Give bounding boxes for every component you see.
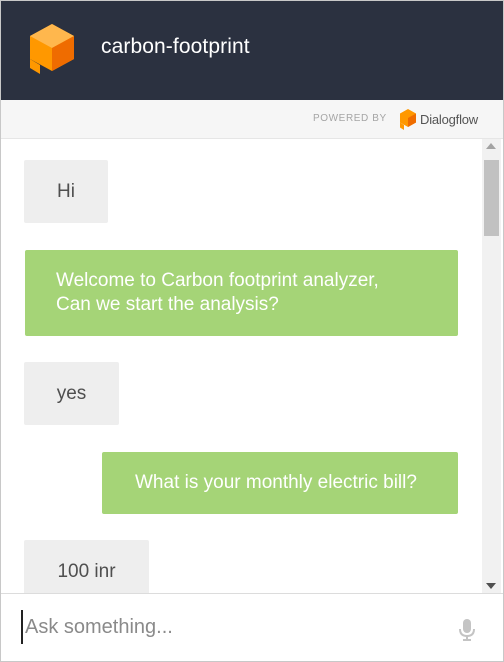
chat-widget: carbon-footprint POWERED BY Dialogflow H… — [0, 0, 504, 662]
message-list[interactable]: Hi Welcome to Carbon footprint analyzer,… — [1, 139, 482, 593]
user-message: Hi — [24, 160, 108, 223]
bot-message: What is your monthly electric bill? — [102, 452, 458, 514]
message-text: yes — [56, 383, 87, 404]
microphone-icon[interactable] — [457, 618, 477, 642]
powered-by-label: POWERED BY — [313, 113, 387, 124]
scroll-down-icon[interactable] — [486, 583, 496, 589]
user-message: 100 inr — [24, 540, 149, 593]
user-message: yes — [24, 362, 119, 425]
chat-scrollbar[interactable] — [482, 139, 501, 593]
bot-title: carbon-footprint — [101, 35, 250, 58]
message-text-line: Can we start the analysis? — [56, 294, 279, 315]
dialogflow-logo-icon — [400, 109, 416, 130]
dialogflow-cube-icon — [30, 24, 74, 74]
message-text: What is your monthly electric bill? — [135, 472, 417, 493]
message-text-line: Welcome to Carbon footprint analyzer, — [56, 270, 379, 291]
scroll-thumb[interactable] — [484, 160, 499, 236]
message-text: Hi — [57, 181, 75, 202]
message-input[interactable] — [21, 610, 445, 644]
input-bar — [1, 593, 503, 661]
scroll-up-icon[interactable] — [486, 143, 496, 149]
message-text: 100 inr — [57, 561, 116, 582]
chat-header: carbon-footprint — [1, 1, 503, 100]
bot-message: Welcome to Carbon footprint analyzer, Ca… — [25, 250, 458, 336]
dialogflow-brand: Dialogflow — [420, 112, 478, 127]
